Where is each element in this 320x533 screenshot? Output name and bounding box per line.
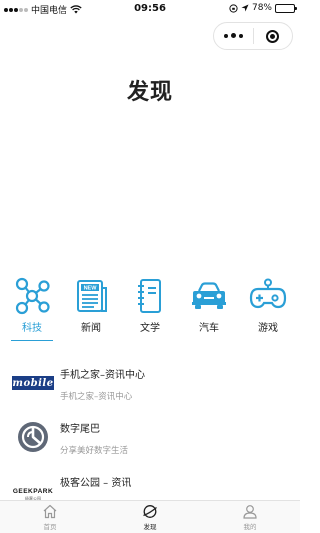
svg-text:NEW: NEW xyxy=(84,286,98,292)
close-target-icon xyxy=(266,29,280,43)
tab-home[interactable]: 首页 xyxy=(0,501,100,533)
item-title: 手机之家–资讯中心 xyxy=(60,370,145,381)
tab-label: 首页 xyxy=(43,523,57,531)
notebook-icon xyxy=(130,276,170,316)
location-icon xyxy=(241,4,249,12)
item-subtitle: 分享美好数字生活 xyxy=(60,446,129,456)
tab-discover[interactable]: 发现 xyxy=(100,501,200,533)
inactive-underline xyxy=(247,340,289,341)
newspaper-icon: NEW xyxy=(71,276,111,316)
item-title: 极客公园 – 资讯 xyxy=(60,478,132,489)
active-underline xyxy=(11,340,53,341)
category-tech[interactable]: 科技 xyxy=(5,276,59,341)
mini-program-capsule xyxy=(213,22,293,50)
home-icon xyxy=(43,504,57,519)
item-text: 数字尾巴 分享美好数字生活 xyxy=(60,418,128,456)
list-item[interactable]: 数字尾巴 分享美好数字生活 xyxy=(0,410,300,464)
category-label: 汽车 xyxy=(199,323,219,334)
more-dots-icon xyxy=(223,33,243,39)
category-literature[interactable]: 文学 xyxy=(123,276,177,341)
dgtle-logo xyxy=(12,418,54,456)
status-right: 78% xyxy=(229,3,297,13)
tab-label: 发现 xyxy=(143,523,157,531)
geekpark-logo-mark: GEEKPARK 极客公园 xyxy=(12,480,54,502)
inactive-underline xyxy=(188,340,230,341)
category-car[interactable]: 汽车 xyxy=(182,276,236,341)
battery-percent: 78% xyxy=(251,3,272,13)
tab-mine[interactable]: 我的 xyxy=(200,501,300,533)
mobile-logo-text: mobile xyxy=(12,376,54,390)
inactive-underline xyxy=(70,340,112,341)
geekpark-logo-text: GEEKPARK xyxy=(12,488,54,495)
network-nodes-icon xyxy=(12,276,52,316)
item-text: 极客公园 – 资讯 xyxy=(60,472,131,489)
tab-bar: 首页 发现 我的 xyxy=(0,500,300,533)
person-icon xyxy=(243,505,257,519)
close-button[interactable] xyxy=(254,23,293,49)
status-bar: 中国电信 09:56 78% xyxy=(0,0,300,20)
category-label: 游戏 xyxy=(258,323,278,334)
gamepad-icon xyxy=(248,276,288,316)
battery-icon xyxy=(275,3,297,13)
tab-label: 我的 xyxy=(243,523,257,531)
category-news[interactable]: NEW 新闻 xyxy=(64,276,118,341)
more-button[interactable] xyxy=(214,23,253,49)
car-icon xyxy=(189,276,229,316)
compass-planet-icon xyxy=(143,505,157,518)
category-games[interactable]: 游戏 xyxy=(241,276,295,341)
category-bar: 科技 NEW 新闻 文学 汽车 游戏 xyxy=(5,276,295,341)
page-title: 发现 xyxy=(126,80,173,105)
category-label: 文学 xyxy=(140,323,160,334)
category-label: 新闻 xyxy=(81,323,101,334)
mobile-logo: mobile xyxy=(12,364,54,402)
source-list: mobile 手机之家–资讯中心 手机之家–资讯中心 数字尾巴 分享美好数字生活… xyxy=(0,356,300,518)
item-text: 手机之家–资讯中心 手机之家–资讯中心 xyxy=(60,364,145,402)
category-label: 科技 xyxy=(22,323,42,334)
inactive-underline xyxy=(129,340,171,341)
rotation-lock-icon xyxy=(229,3,238,13)
list-item[interactable]: mobile 手机之家–资讯中心 手机之家–资讯中心 xyxy=(0,356,300,410)
item-subtitle: 手机之家–资讯中心 xyxy=(60,392,133,402)
item-title: 数字尾巴 xyxy=(60,424,100,435)
